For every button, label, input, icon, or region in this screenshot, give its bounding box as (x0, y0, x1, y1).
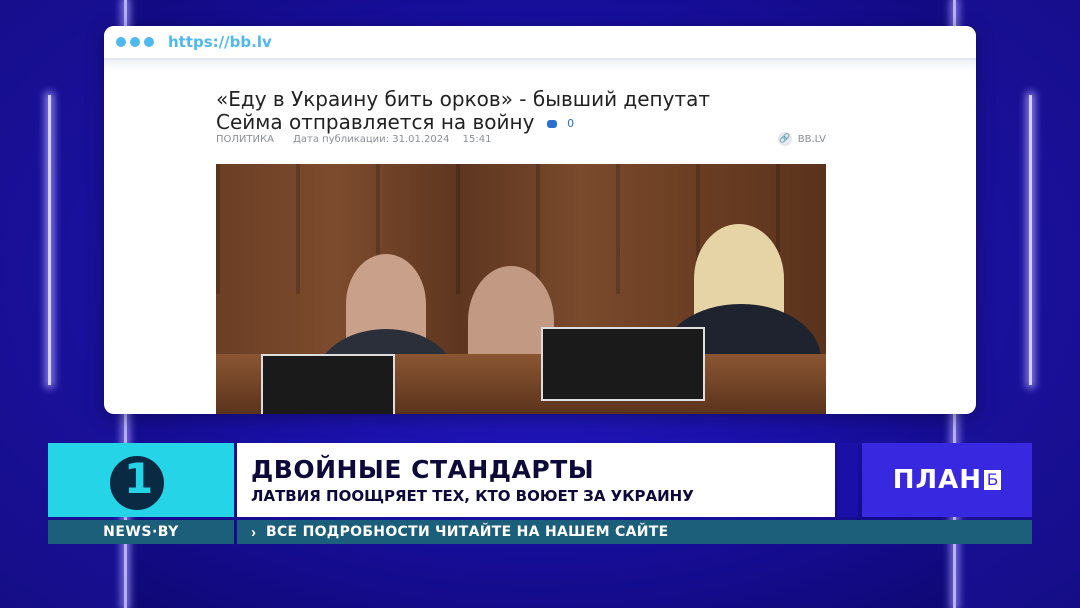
comment-count[interactable]: 0 (567, 117, 574, 130)
chevron-right-icon: › (251, 523, 256, 541)
browser-window: https://bb.lv «Еду в Украину бить орков»… (104, 26, 976, 414)
article-time: 15:41 (462, 134, 492, 145)
article-date: Дата публикации: 31.01.2024 (293, 134, 450, 145)
comment-icon[interactable] (546, 119, 557, 128)
article-photo (216, 164, 826, 414)
glow-line (48, 95, 51, 385)
brand-text: ПЛАН (892, 465, 983, 495)
photo-monitor (261, 354, 395, 414)
article-headline[interactable]: «Еду в Украину бить орков» - бывший депу… (216, 88, 776, 135)
window-dot (116, 37, 126, 47)
window-dots (116, 37, 154, 47)
window-dot (130, 37, 140, 47)
photo-monitor (541, 327, 705, 401)
headline-text: «Еду в Украину бить орков» - бывший депу… (216, 87, 711, 134)
channel-logo-digit: 1 (124, 454, 154, 503)
source-label: BB.LV (797, 133, 826, 145)
lower-third-title: ДВОЙНЫЕ СТАНДАРТЫ (251, 455, 595, 484)
address-bar[interactable]: https://bb.lv (104, 26, 976, 60)
ticker-site-label: NEWS·BY (103, 524, 179, 540)
ticker-bar: › ВСЕ ПОДРОБНОСТИ ЧИТАЙТЕ НА НАШЕМ САЙТЕ (237, 520, 1032, 544)
ticker-site: NEWS·BY (48, 520, 234, 544)
address-bar-shadow (104, 60, 976, 70)
glow-line (1029, 95, 1032, 385)
window-dot (144, 37, 154, 47)
brand-letter: Б (984, 470, 1002, 490)
url-text[interactable]: https://bb.lv (168, 33, 272, 51)
article-source[interactable]: 🔗 BB.LV (777, 132, 826, 146)
lower-third-subtitle: ЛАТВИЯ ПООЩРЯЕТ ТЕХ, КТО ВОЮЕТ ЗА УКРАИН… (251, 487, 694, 505)
article-meta: ПОЛИТИКА Дата публикации: 31.01.2024 15:… (216, 134, 826, 145)
ticker-text: ВСЕ ПОДРОБНОСТИ ЧИТАЙТЕ НА НАШЕМ САЙТЕ (266, 524, 669, 540)
article-category[interactable]: ПОЛИТИКА (216, 134, 274, 145)
lower-third-divider (838, 443, 858, 517)
link-icon: 🔗 (777, 132, 792, 146)
brand-logo: ПЛАН Б (862, 443, 1032, 517)
channel-logo-box: 1 (48, 443, 234, 517)
lower-third-main: ДВОЙНЫЕ СТАНДАРТЫ ЛАТВИЯ ПООЩРЯЕТ ТЕХ, К… (237, 443, 835, 517)
